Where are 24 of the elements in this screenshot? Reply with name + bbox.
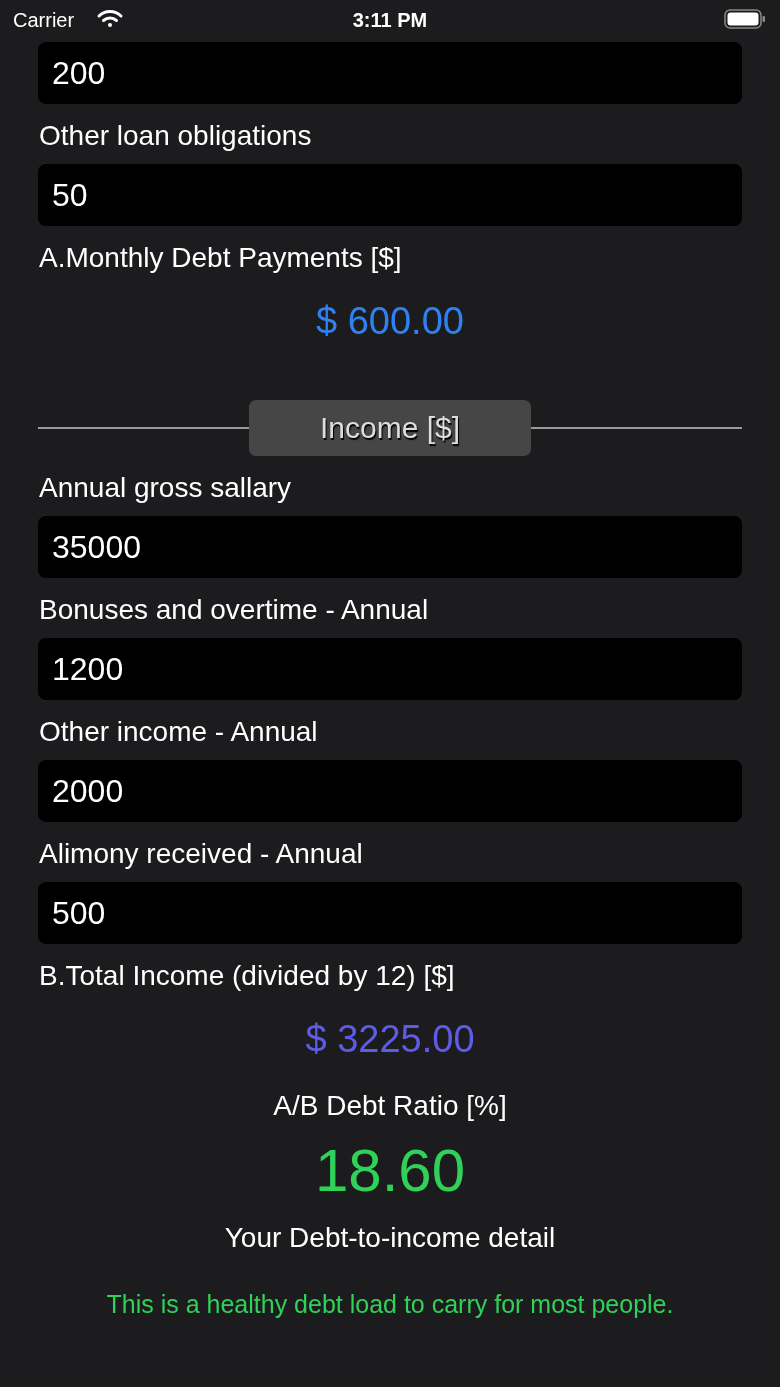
section-button[interactable]: Income [$] [249,400,531,456]
income-total: $ 3225.00 [305,1017,475,1062]
battery-icon [724,9,766,29]
field-label: Alimony received - Annual [38,837,364,871]
ratio-label: A/B Debt Ratio [%] [273,1089,507,1123]
ratio-value: 18.60 [314,1136,466,1206]
field-label: Bonuses and overtime - Annual [38,593,430,627]
wifi-icon [96,8,124,30]
input-field[interactable]: 500 [38,882,742,944]
total-label: A.Monthly Debt Payments [$] [38,241,403,275]
input-field[interactable]: 35000 [38,516,742,578]
debt-total: $ 600.00 [316,299,464,344]
detail-title: Your Debt-to-income detail [224,1221,556,1255]
detail-message: This is a healthy debt load to carry for most people. [106,1289,674,1320]
input-field[interactable]: 1200 [38,638,742,700]
input-field[interactable]: 200 [38,42,742,104]
input-field[interactable]: 50 [38,164,742,226]
input-field[interactable]: 2000 [38,760,742,822]
carrier-name: Carrier [13,8,75,32]
total-label: B.Total Income (divided by 12) [$] [38,959,456,993]
status-time: 3:11 PM [352,8,428,32]
field-label: Other income - Annual [38,715,319,749]
field-label: Annual gross sallary [38,471,293,505]
field-label: Other loan obligations [38,119,313,153]
